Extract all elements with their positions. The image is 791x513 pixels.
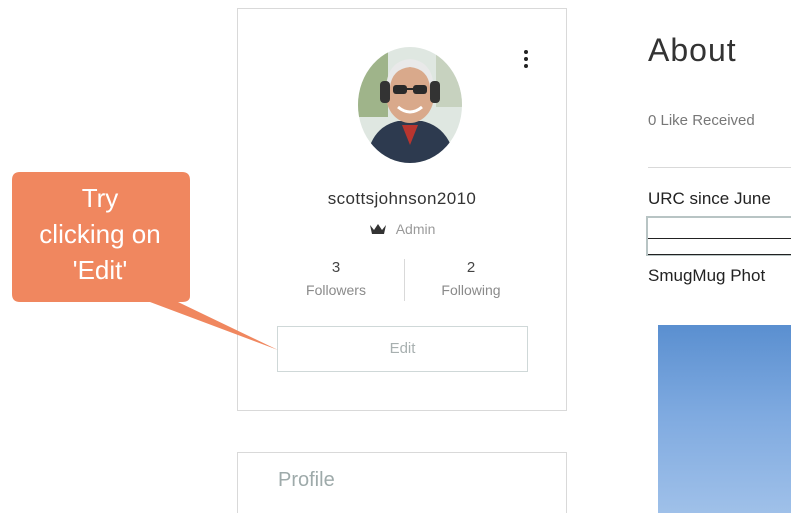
callout-line: 'Edit' [72, 255, 128, 285]
page: scottsjohnson2010 Admin 3 Followers 2 Fo… [0, 0, 791, 513]
callout-line: clicking on [39, 219, 161, 249]
callout-line: Try [81, 183, 119, 213]
callout-text: Try clicking on 'Edit' [10, 180, 190, 288]
